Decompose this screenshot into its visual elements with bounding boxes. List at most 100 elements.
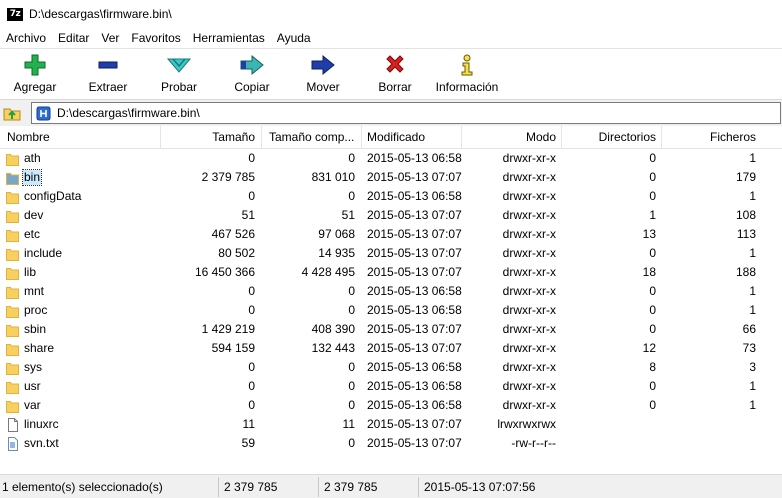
chevron-down-test-icon: [167, 53, 191, 77]
cell-files: 66: [742, 322, 756, 336]
table-row[interactable]: bin 2 379 785 831 010 2015-05-13 07:07 drwxr…: [0, 168, 782, 187]
delete-label: Borrar: [378, 80, 412, 94]
menu-ayuda[interactable]: Ayuda: [271, 31, 317, 45]
item-name: usr: [24, 379, 41, 393]
table-row[interactable]: sys 0 0 2015-05-13 06:58 drwxr-xr-x 8 3: [0, 358, 782, 377]
table-row[interactable]: sbin 1 429 219 408 390 2015-05-13 07:07 drwx…: [0, 320, 782, 339]
column-folders[interactable]: Directorios: [561, 126, 656, 149]
folder-up-icon: [3, 108, 21, 121]
table-row[interactable]: var 0 0 2015-05-13 06:58 drwxr-xr-x 0 1: [0, 396, 782, 415]
cell-folders: 0: [649, 303, 656, 317]
cell-files: 1: [749, 303, 756, 317]
cell-files: 73: [742, 341, 756, 355]
path-text: D:\descargas\firmware.bin\: [57, 106, 200, 120]
status-packed-size: 2 379 785: [324, 480, 378, 494]
column-name[interactable]: Nombre: [7, 126, 157, 149]
cell-folders: 8: [649, 360, 656, 374]
cell-modified: 2015-05-13 06:58: [367, 360, 462, 374]
cell-mode: drwxr-xr-x: [502, 170, 556, 184]
cell-packed-size: 0: [348, 398, 355, 412]
extract-button[interactable]: Extraer: [86, 53, 130, 94]
cell-packed-size: 4 428 495: [301, 265, 355, 279]
item-name: share: [24, 341, 55, 355]
name-cell: mnt: [6, 283, 45, 300]
7zip-app-icon[interactable]: 7z: [7, 7, 23, 21]
cell-size: 0: [248, 398, 255, 412]
folder-icon: [6, 209, 19, 223]
info-label: Información: [435, 80, 499, 94]
table-row[interactable]: include 80 502 14 935 2015-05-13 07:07 drwxr…: [0, 244, 782, 263]
info-button[interactable]: Información: [433, 53, 501, 94]
path-input[interactable]: D:\descargas\firmware.bin\: [31, 102, 781, 124]
column-files[interactable]: Ficheros: [661, 126, 756, 149]
cell-size: 59: [241, 436, 255, 450]
name-cell: configData: [6, 188, 82, 205]
plus-icon: [23, 53, 47, 77]
menu-editar[interactable]: Editar: [52, 31, 95, 45]
item-name: mnt: [24, 284, 45, 298]
table-row[interactable]: dev 51 51 2015-05-13 07:07 drwxr-xr-x 1 108: [0, 206, 782, 225]
menu-archivo[interactable]: Archivo: [0, 31, 52, 45]
delete-button[interactable]: Borrar: [377, 53, 413, 94]
cell-size: 467 526: [211, 227, 255, 241]
menu-herramientas[interactable]: Herramientas: [187, 31, 271, 45]
move-button[interactable]: Mover: [304, 53, 342, 94]
cell-packed-size: 0: [348, 303, 355, 317]
copy-arrow-icon: [240, 53, 264, 77]
menu-favoritos[interactable]: Favoritos: [125, 31, 186, 45]
name-cell: var: [6, 397, 42, 414]
cell-modified: 2015-05-13 06:58: [367, 379, 462, 393]
file-icon: [6, 417, 19, 432]
cell-mode: drwxr-xr-x: [502, 379, 556, 393]
table-row[interactable]: share 594 159 132 443 2015-05-13 07:07 drwxr…: [0, 339, 782, 358]
name-cell: proc: [6, 302, 48, 319]
cell-size: 1 429 219: [201, 322, 255, 336]
status-modified: 2015-05-13 07:07:56: [424, 480, 536, 494]
table-row[interactable]: usr 0 0 2015-05-13 06:58 drwxr-xr-x 0 1: [0, 377, 782, 396]
table-row[interactable]: proc 0 0 2015-05-13 06:58 drwxr-xr-x 0 1: [0, 301, 782, 320]
column-packed-size[interactable]: Tamaño comp...: [269, 126, 361, 149]
add-button[interactable]: Agregar: [12, 53, 58, 94]
cell-folders: 0: [649, 398, 656, 412]
column-header: Nombre Tamaño Tamaño comp... Modificado …: [0, 126, 782, 149]
column-size[interactable]: Tamaño: [160, 126, 255, 149]
cell-modified: 2015-05-13 07:07: [367, 417, 462, 431]
cell-modified: 2015-05-13 06:58: [367, 151, 462, 165]
folder-icon: [6, 228, 19, 242]
cell-folders: 0: [649, 189, 656, 203]
folder-icon: [6, 323, 19, 337]
table-row[interactable]: mnt 0 0 2015-05-13 06:58 drwxr-xr-x 0 1: [0, 282, 782, 301]
table-row[interactable]: linuxrc 11 11 2015-05-13 07:07 lrwxrwxrwx: [0, 415, 782, 434]
table-row[interactable]: etc 467 526 97 068 2015-05-13 07:07 drwxr-xr…: [0, 225, 782, 244]
menu-ver[interactable]: Ver: [95, 31, 125, 45]
cell-packed-size: 408 390: [311, 322, 355, 336]
cell-files: 1: [749, 284, 756, 298]
cell-files: 1: [749, 379, 756, 393]
file-list[interactable]: Nombre Tamaño Tamaño comp... Modificado …: [0, 126, 782, 473]
cell-folders: 0: [649, 246, 656, 260]
cell-mode: drwxr-xr-x: [502, 398, 556, 412]
cell-modified: 2015-05-13 07:07: [367, 170, 462, 184]
cell-packed-size: 11: [342, 417, 355, 431]
table-row[interactable]: configData 0 0 2015-05-13 06:58 drwxr-xr-x 0 1: [0, 187, 782, 206]
table-row[interactable]: lib 16 450 366 4 428 495 2015-05-13 07:07 dr…: [0, 263, 782, 282]
folder-up-button[interactable]: [3, 104, 21, 122]
test-button[interactable]: Probar: [159, 53, 199, 94]
cell-folders: [561, 415, 656, 434]
column-modified[interactable]: Modificado: [367, 126, 462, 149]
copy-button[interactable]: Copiar: [232, 53, 272, 94]
cell-size: 16 450 366: [194, 265, 255, 279]
folder-icon: [6, 285, 19, 299]
name-cell: ath: [6, 150, 42, 167]
copy-label: Copiar: [234, 80, 270, 94]
column-mode[interactable]: Modo: [461, 126, 556, 149]
menu-bar: Archivo Editar Ver Favoritos Herramienta…: [0, 28, 782, 48]
name-cell: sbin: [6, 321, 47, 338]
table-row[interactable]: ath 0 0 2015-05-13 06:58 drwxr-xr-x 0 1: [0, 149, 782, 168]
item-name: sys: [24, 360, 42, 374]
item-name: dev: [24, 208, 44, 222]
cell-packed-size: 0: [348, 284, 355, 298]
cell-folders: 0: [649, 151, 656, 165]
table-row[interactable]: svn.txt 59 0 2015-05-13 07:07 -rw-r--r--: [0, 434, 782, 453]
cell-mode: drwxr-xr-x: [502, 341, 556, 355]
